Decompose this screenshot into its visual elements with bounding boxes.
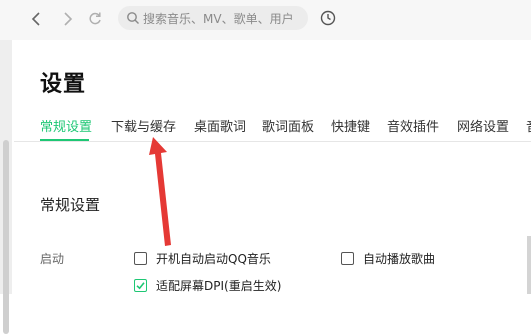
chevron-left-icon xyxy=(31,12,40,26)
back-button[interactable] xyxy=(28,9,46,29)
forward-button[interactable] xyxy=(58,9,76,29)
tab-desktop-lyrics[interactable]: 桌面歌词 xyxy=(194,116,246,135)
dpi-option[interactable]: 适配屏幕DPI(重启生效) xyxy=(134,277,281,294)
search-icon xyxy=(127,12,139,24)
right-scrollbar[interactable] xyxy=(527,236,531,294)
page-title: 设置 xyxy=(40,72,87,97)
autostart-checkbox[interactable] xyxy=(134,252,147,265)
autoplay-label: 自动播放歌曲 xyxy=(363,252,436,266)
left-scrollbar-track[interactable] xyxy=(0,40,12,334)
tab-general-settings[interactable]: 常规设置 xyxy=(40,116,92,135)
history-button[interactable] xyxy=(319,9,337,31)
tab-download-cache[interactable]: 下载与缓存 xyxy=(111,116,176,135)
left-scrollbar-thumb[interactable] xyxy=(3,140,9,334)
dpi-label: 适配屏幕DPI(重启生效) xyxy=(156,279,282,293)
dpi-checkbox[interactable] xyxy=(134,279,147,292)
tab-shortcuts[interactable]: 快捷键 xyxy=(331,116,370,135)
tab-network-settings[interactable]: 网络设置 xyxy=(457,116,509,135)
autoplay-option[interactable]: 自动播放歌曲 xyxy=(341,250,435,267)
search-box[interactable]: 搜索音乐、MV、歌单、用户 xyxy=(118,6,308,30)
startup-label: 启动 xyxy=(40,252,65,266)
tab-lyrics-panel[interactable]: 歌词面板 xyxy=(262,116,314,135)
search-placeholder: 搜索音乐、MV、歌单、用户 xyxy=(143,12,294,26)
autostart-label: 开机自动启动QQ音乐 xyxy=(156,252,271,266)
checkmark-icon xyxy=(136,282,145,290)
autostart-option[interactable]: 开机自动启动QQ音乐 xyxy=(134,250,271,267)
tab-audio-plugins[interactable]: 音效插件 xyxy=(387,116,439,135)
tabs-divider xyxy=(14,141,531,142)
tab-more[interactable]: 音 xyxy=(526,116,531,135)
refresh-button[interactable] xyxy=(86,9,104,29)
clock-icon xyxy=(320,10,336,26)
section-title: 常规设置 xyxy=(40,196,101,214)
arrow-shape xyxy=(149,137,171,246)
autoplay-checkbox[interactable] xyxy=(341,252,354,265)
chevron-right-icon xyxy=(64,12,73,26)
refresh-icon xyxy=(89,12,101,25)
top-bar: 搜索音乐、MV、歌单、用户 xyxy=(0,0,531,40)
